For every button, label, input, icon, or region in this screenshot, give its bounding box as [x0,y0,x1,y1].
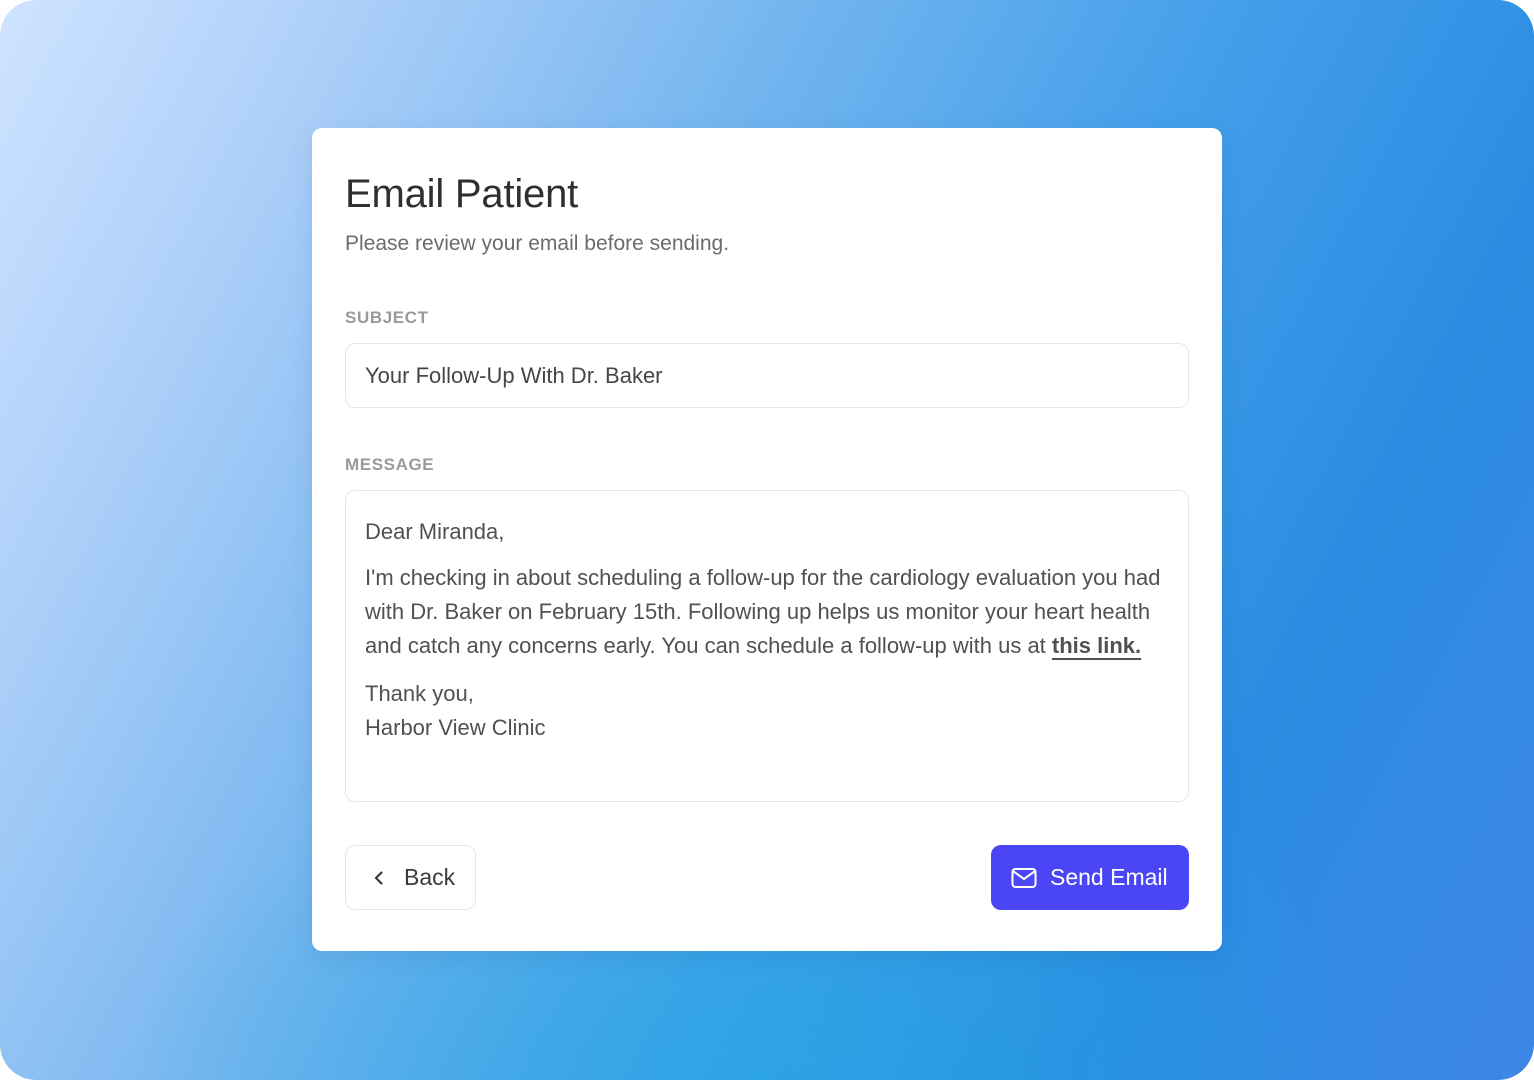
dialog-subtitle: Please review your email before sending. [345,232,730,255]
back-button-label: Back [404,864,456,890]
message-greeting: Dear Miranda, [365,519,505,544]
email-patient-dialog: Email Patient Please review your email b… [312,128,1222,951]
subject-label: SUBJECT [345,308,429,327]
chevron-left-icon [374,870,383,885]
message-closing: Thank you, [365,681,474,706]
message-signature: Harbor View Clinic [365,715,546,740]
send-email-button[interactable]: Send Email [991,845,1189,910]
send-email-label: Send Email [1050,864,1168,890]
subject-input[interactable] [345,343,1189,408]
mail-icon [1011,867,1037,888]
back-button[interactable]: Back [345,845,476,910]
message-textarea[interactable]: Dear Miranda, I'm checking in about sche… [345,490,1189,802]
message-label: MESSAGE [345,455,435,474]
message-body-text: I'm checking in about scheduling a follo… [365,565,1161,658]
dialog-title: Email Patient [345,172,579,216]
message-body: I'm checking in about scheduling a follo… [365,561,1169,663]
schedule-link[interactable]: this link. [1052,633,1141,658]
